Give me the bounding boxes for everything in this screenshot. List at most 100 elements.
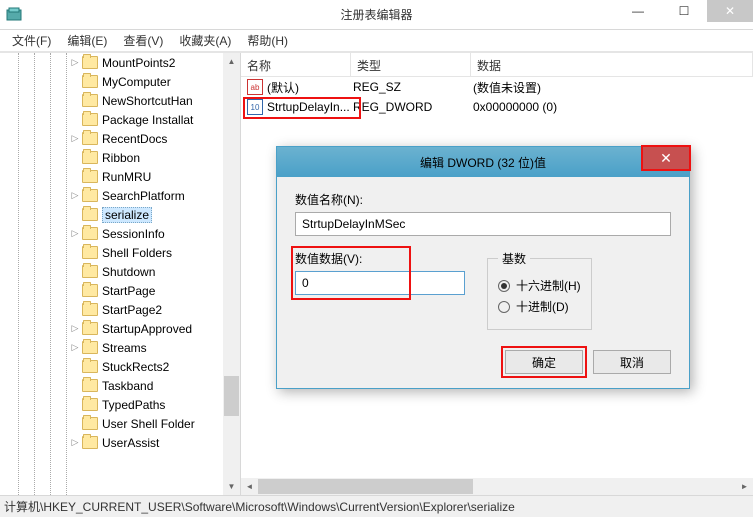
tree-item[interactable]: ▷ StartupApproved: [0, 319, 240, 338]
folder-icon: [82, 113, 98, 126]
list-header: 名称 类型 数据: [241, 53, 753, 77]
expand-icon[interactable]: [70, 419, 80, 429]
expand-icon[interactable]: ▷: [70, 134, 80, 144]
expand-icon[interactable]: ▷: [70, 324, 80, 334]
dialog-titlebar[interactable]: 编辑 DWORD (32 位)值 ✕: [277, 147, 689, 177]
expand-icon[interactable]: [70, 305, 80, 315]
folder-icon: [82, 322, 98, 335]
name-label: 数值名称(N):: [295, 191, 671, 208]
tree-item[interactable]: ▷UserAssist: [0, 433, 240, 452]
folder-icon: [82, 151, 98, 164]
folder-icon: [82, 189, 98, 202]
tree-item[interactable]: Package Installat: [0, 110, 240, 129]
titlebar: 注册表编辑器 — ☐ ✕: [0, 0, 753, 30]
tree-item[interactable]: ▷ RecentDocs: [0, 129, 240, 148]
data-label: 数值数据(V):: [295, 250, 465, 267]
scroll-thumb-h[interactable]: [258, 479, 473, 494]
expand-icon[interactable]: [70, 400, 80, 410]
edit-dword-dialog: 编辑 DWORD (32 位)值 ✕ 数值名称(N): 数值数据(V): 基数 …: [276, 146, 690, 389]
scroll-up-icon[interactable]: ▲: [223, 53, 240, 70]
expand-icon[interactable]: [70, 248, 80, 258]
menu-file[interactable]: 文件(F): [4, 30, 59, 51]
tree-item[interactable]: NewShortcutHan: [0, 91, 240, 110]
menu-favorites[interactable]: 收藏夹(A): [171, 30, 239, 51]
folder-icon: [82, 132, 98, 145]
tree-item[interactable]: Shutdown: [0, 262, 240, 281]
tree-item[interactable]: ▷MountPoints2: [0, 53, 240, 72]
tree-item[interactable]: RunMRU: [0, 167, 240, 186]
folder-icon: [82, 341, 98, 354]
col-data[interactable]: 数据: [471, 53, 753, 76]
tree-item-label: StartupApproved: [102, 322, 192, 336]
tree-item[interactable]: ▷SessionInfo: [0, 224, 240, 243]
folder-icon: [82, 227, 98, 240]
tree-item[interactable]: Ribbon: [0, 148, 240, 167]
tree-item[interactable]: serialize: [0, 205, 240, 224]
list-row[interactable]: ab(默认)REG_SZ(数值未设置): [241, 77, 753, 97]
menu-help[interactable]: 帮助(H): [239, 30, 296, 51]
folder-icon: [82, 398, 98, 411]
expand-icon[interactable]: ▷: [70, 229, 80, 239]
folder-icon: [82, 436, 98, 449]
tree-item-label: serialize: [102, 207, 152, 223]
base-legend: 基数: [498, 250, 530, 267]
tree-item[interactable]: MyComputer: [0, 72, 240, 91]
close-button[interactable]: ✕: [707, 0, 753, 22]
name-field[interactable]: [295, 212, 671, 236]
tree-item[interactable]: StartPage2: [0, 300, 240, 319]
expand-icon[interactable]: [70, 210, 80, 220]
cancel-button[interactable]: 取消: [593, 350, 671, 374]
maximize-button[interactable]: ☐: [661, 0, 707, 22]
folder-icon: [82, 417, 98, 430]
expand-icon[interactable]: [70, 153, 80, 163]
expand-icon[interactable]: ▷: [70, 58, 80, 68]
list-row[interactable]: 10StrtupDelayIn...REG_DWORD0x00000000 (0…: [241, 97, 753, 117]
window-title: 注册表编辑器: [340, 6, 412, 23]
tree-item[interactable]: Shell Folders: [0, 243, 240, 262]
tree-item[interactable]: StartPage: [0, 281, 240, 300]
tree-item-label: RunMRU: [102, 170, 151, 184]
expand-icon[interactable]: ▷: [70, 343, 80, 353]
scroll-down-icon[interactable]: ▼: [223, 478, 240, 495]
menu-edit[interactable]: 编辑(E): [59, 30, 115, 51]
cell-data: (数值未设置): [473, 79, 753, 96]
expand-icon[interactable]: [70, 381, 80, 391]
minimize-button[interactable]: —: [615, 0, 661, 22]
tree-item[interactable]: ▷SearchPlatform: [0, 186, 240, 205]
expand-icon[interactable]: [70, 96, 80, 106]
menu-view[interactable]: 查看(V): [115, 30, 171, 51]
radio-dec[interactable]: 十进制(D): [498, 298, 581, 315]
col-type[interactable]: 类型: [351, 53, 471, 76]
expand-icon[interactable]: ▷: [70, 191, 80, 201]
tree-item-label: TypedPaths: [102, 398, 165, 412]
expand-icon[interactable]: [70, 172, 80, 182]
tree-item[interactable]: User Shell Folder: [0, 414, 240, 433]
scroll-left-icon[interactable]: ◄: [241, 478, 258, 495]
expand-icon[interactable]: [70, 267, 80, 277]
tree-item-label: NewShortcutHan: [102, 94, 193, 108]
tree-scrollbar[interactable]: ▲ ▼: [223, 53, 240, 495]
ok-button[interactable]: 确定: [505, 350, 583, 374]
expand-icon[interactable]: [70, 362, 80, 372]
dword-value-icon: 10: [247, 99, 263, 115]
radio-hex[interactable]: 十六进制(H): [498, 277, 581, 294]
expand-icon[interactable]: [70, 77, 80, 87]
list-scrollbar-h[interactable]: ◄ ►: [241, 478, 753, 495]
tree-item-label: RecentDocs: [102, 132, 167, 146]
folder-icon: [82, 246, 98, 259]
expand-icon[interactable]: [70, 115, 80, 125]
folder-icon: [82, 56, 98, 69]
scroll-right-icon[interactable]: ►: [736, 478, 753, 495]
tree-item[interactable]: StuckRects2: [0, 357, 240, 376]
tree-item[interactable]: ▷Streams: [0, 338, 240, 357]
scroll-thumb[interactable]: [224, 376, 239, 416]
folder-icon: [82, 265, 98, 278]
expand-icon[interactable]: ▷: [70, 438, 80, 448]
tree-item[interactable]: Taskband: [0, 376, 240, 395]
tree-item[interactable]: TypedPaths: [0, 395, 240, 414]
tree-item-label: Taskband: [102, 379, 153, 393]
data-field[interactable]: [295, 271, 465, 295]
col-name[interactable]: 名称: [241, 53, 351, 76]
dialog-close-button[interactable]: ✕: [643, 147, 689, 169]
expand-icon[interactable]: [70, 286, 80, 296]
